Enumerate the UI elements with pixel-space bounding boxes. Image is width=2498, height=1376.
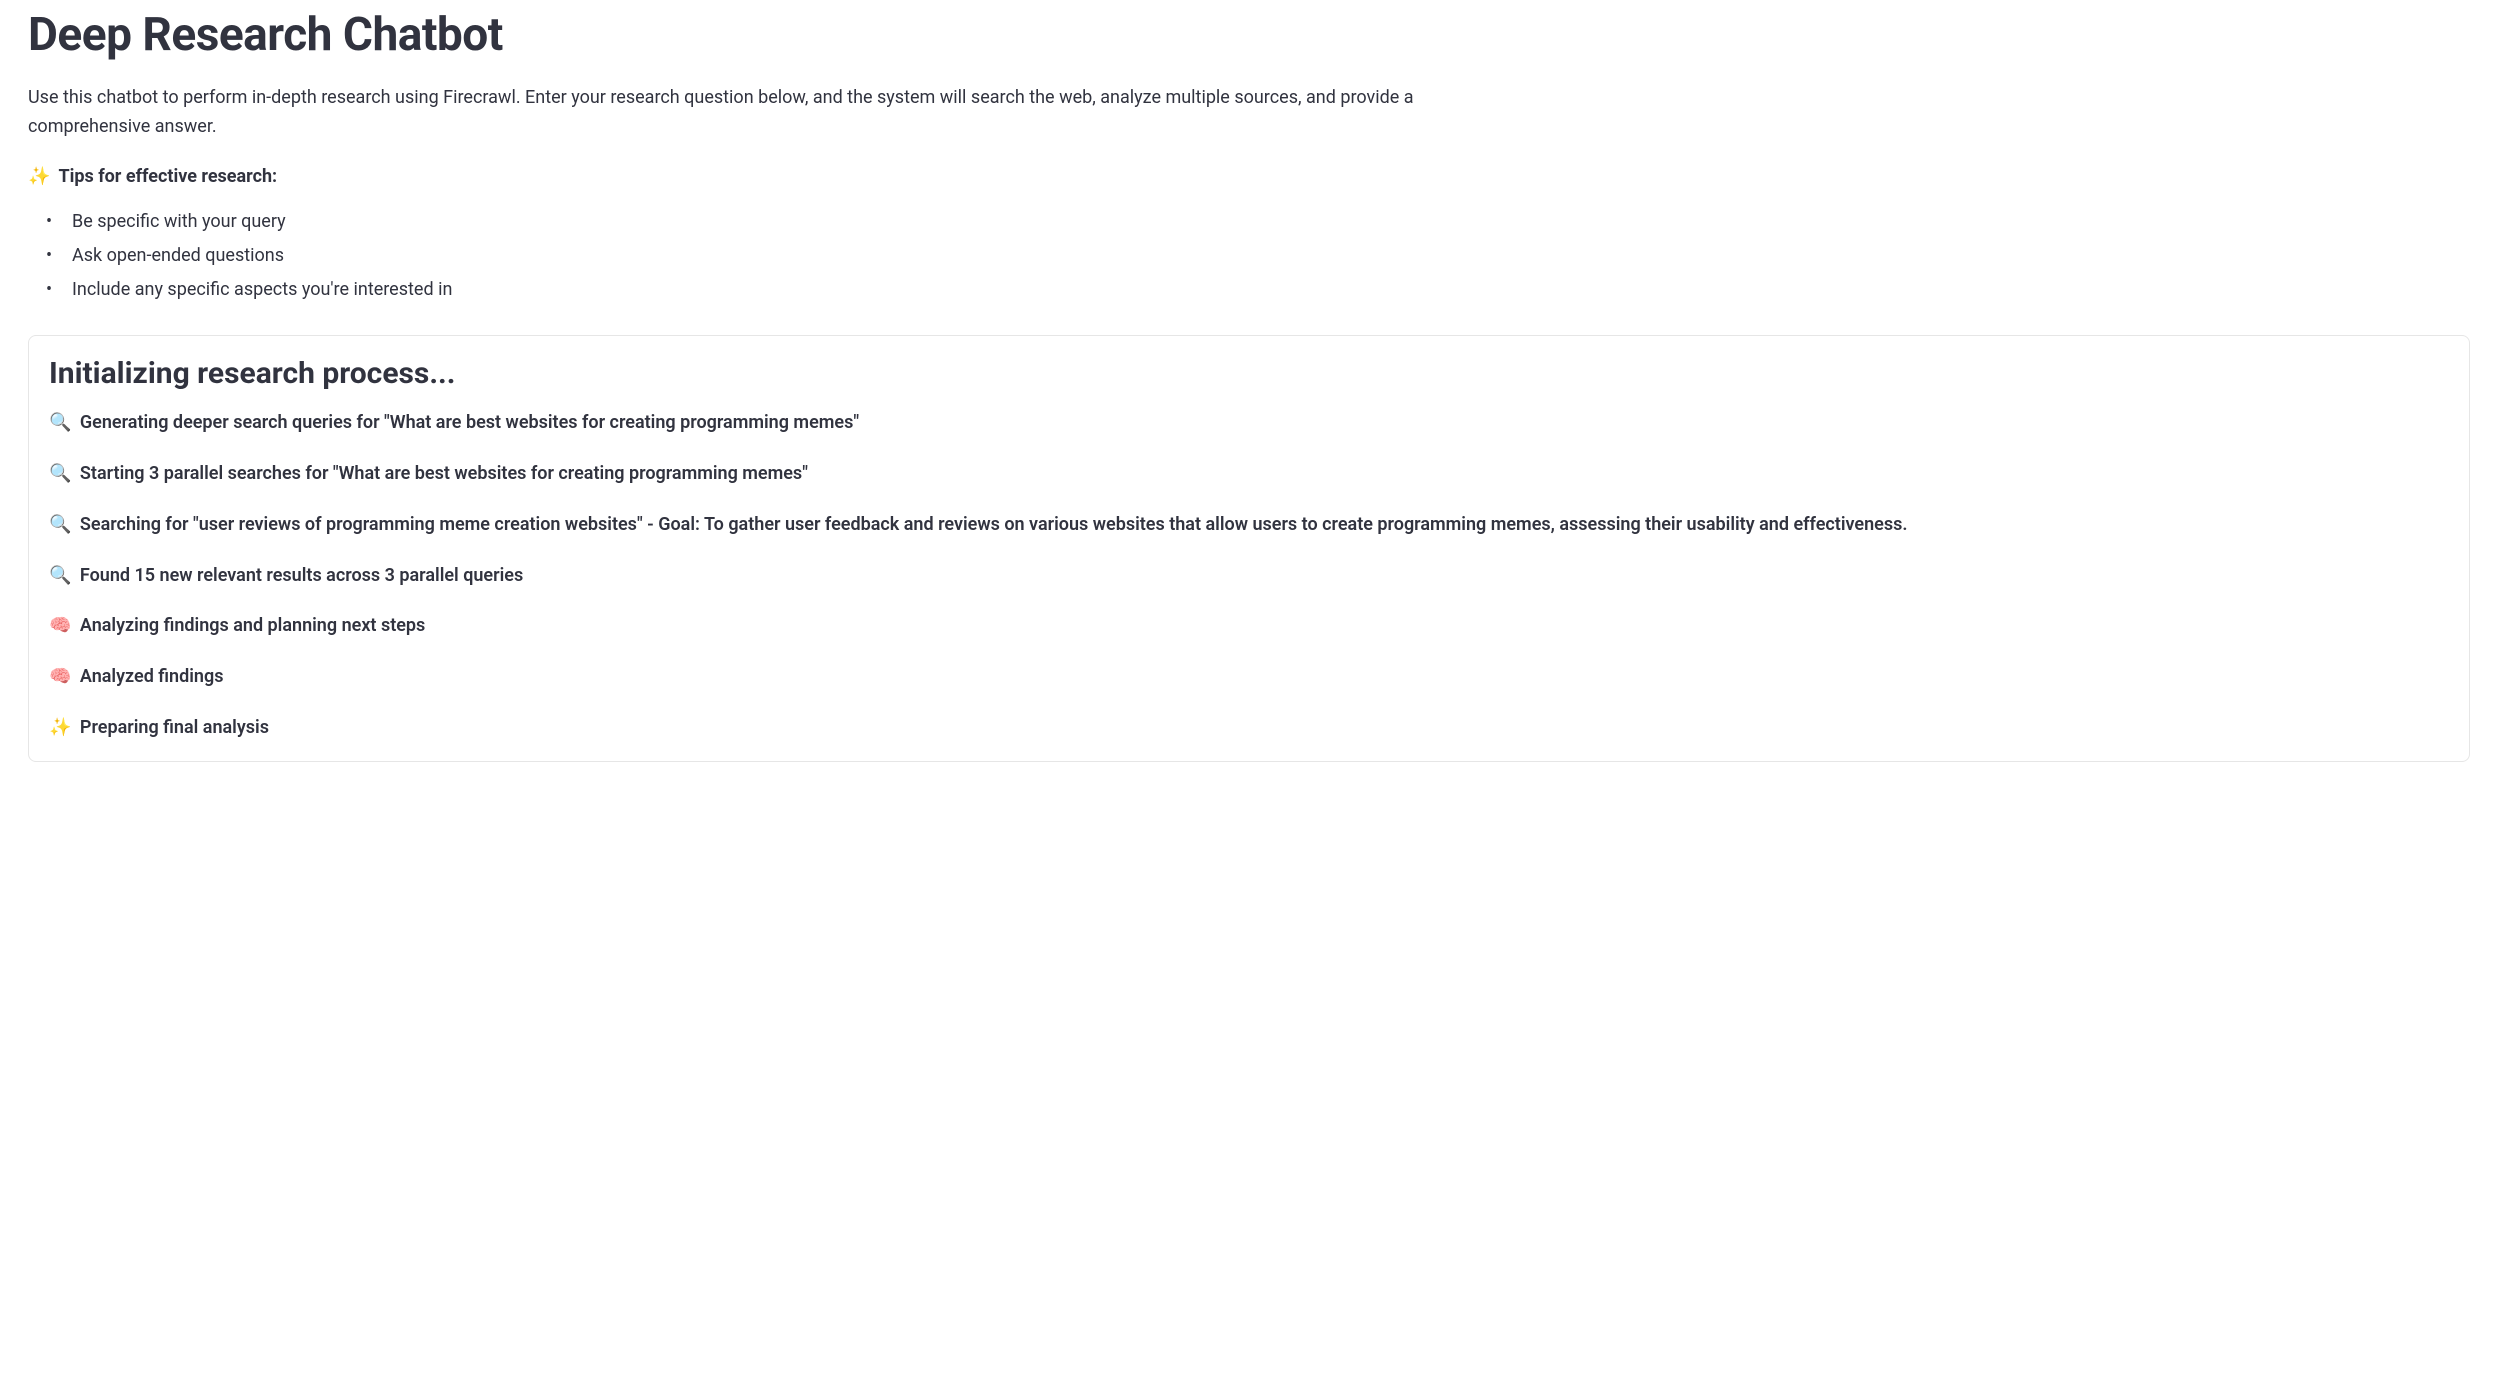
activity-text: Searching for "user reviews of programmi… — [80, 514, 1908, 535]
sparkles-icon: ✨ — [28, 166, 50, 187]
sparkles-icon: ✨ — [49, 717, 71, 738]
brain-icon: 🧠 — [49, 615, 71, 636]
search-icon: 🔍 — [49, 463, 71, 484]
activity-item: 🔍 Found 15 new relevant results across 3… — [49, 562, 2449, 591]
activity-item: 🧠 Analyzed findings — [49, 663, 2449, 692]
page-title: Deep Research Chatbot — [28, 8, 2470, 62]
research-heading: Initializing research process... — [49, 356, 2449, 391]
activity-text: Generating deeper search queries for "Wh… — [80, 412, 859, 433]
activity-item: 🧠 Analyzing findings and planning next s… — [49, 612, 2449, 641]
search-icon: 🔍 — [49, 565, 71, 586]
activity-text: Starting 3 parallel searches for "What a… — [80, 463, 808, 484]
tips-header: ✨ Tips for effective research: — [28, 166, 2470, 187]
activity-item: 🔍 Searching for "user reviews of program… — [49, 511, 2449, 540]
search-icon: 🔍 — [49, 514, 71, 535]
search-icon: 🔍 — [49, 412, 71, 433]
activity-text: Analyzed findings — [80, 666, 224, 687]
tip-item: Be specific with your query — [46, 205, 2470, 239]
activity-text: Found 15 new relevant results across 3 p… — [80, 565, 523, 586]
activity-item: ✨ Preparing final analysis — [49, 714, 2449, 743]
tips-list: Be specific with your query Ask open-end… — [28, 205, 2470, 308]
brain-icon: 🧠 — [49, 666, 71, 687]
tips-header-label: Tips for effective research: — [58, 166, 277, 187]
activity-text: Analyzing findings and planning next ste… — [80, 615, 425, 636]
activity-text: Preparing final analysis — [80, 717, 269, 738]
research-panel: Initializing research process... 🔍 Gener… — [28, 335, 2470, 762]
activity-item: 🔍 Starting 3 parallel searches for "What… — [49, 460, 2449, 489]
activity-item: 🔍 Generating deeper search queries for "… — [49, 409, 2449, 438]
intro-text: Use this chatbot to perform in-depth res… — [28, 84, 1428, 142]
tip-item: Ask open-ended questions — [46, 239, 2470, 273]
tip-item: Include any specific aspects you're inte… — [46, 273, 2470, 307]
